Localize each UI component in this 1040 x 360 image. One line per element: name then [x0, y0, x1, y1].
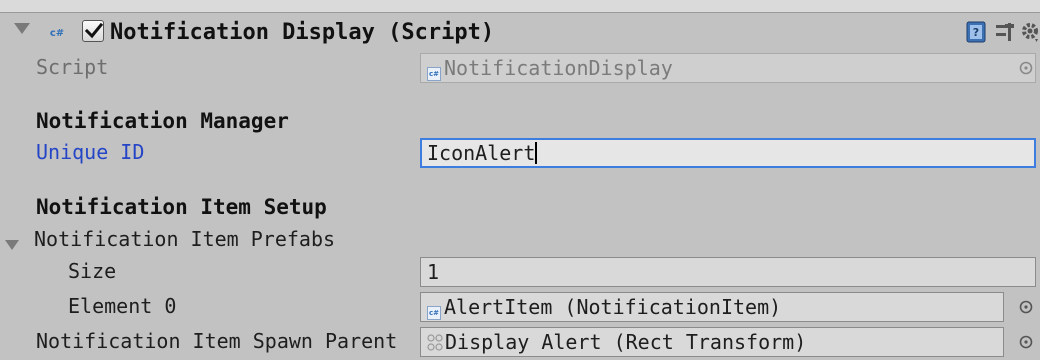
spawn-parent-label: Notification Item Spawn Parent: [36, 329, 398, 353]
section-notification-item-setup: Notification Item Setup: [36, 195, 327, 219]
target-circle-icon[interactable]: [1018, 299, 1034, 315]
component-title: Notification Display (Script): [110, 20, 495, 45]
presets-icon[interactable]: [994, 21, 1016, 47]
foldout-triangle-icon[interactable]: [14, 23, 30, 34]
svg-text:?: ?: [973, 26, 979, 39]
script-field-value: NotificationDisplay: [444, 56, 673, 80]
unique-id-input[interactable]: IconAlert: [420, 138, 1036, 168]
prefabs-foldout-label[interactable]: Notification Item Prefabs: [34, 225, 335, 253]
spawn-parent-value: Display Alert (Rect Transform): [445, 330, 807, 354]
size-input[interactable]: 1: [420, 257, 1036, 287]
spawn-parent-object-field[interactable]: Display Alert (Rect Transform): [420, 327, 1004, 357]
gear-icon[interactable]: [1020, 21, 1040, 47]
target-circle-icon[interactable]: [1018, 334, 1034, 350]
cs-script-icon: c#: [49, 28, 65, 39]
size-label: Size: [68, 259, 117, 283]
element0-value: AlertItem (NotificationItem): [444, 295, 782, 319]
unique-id-value: IconAlert: [427, 141, 536, 165]
rect-transform-icon: [427, 334, 443, 351]
help-book-icon[interactable]: ?: [966, 21, 986, 47]
cs-script-icon: c#: [427, 67, 441, 81]
script-field: c# NotificationDisplay: [420, 53, 1036, 83]
prefabs-foldout-triangle-icon[interactable]: [5, 240, 19, 250]
unique-id-label: Unique ID: [36, 140, 145, 164]
element0-object-field[interactable]: c# AlertItem (NotificationItem): [420, 292, 1004, 322]
text-caret: [535, 142, 538, 164]
inspector-top-strip: [0, 0, 1040, 13]
script-label: Script: [36, 55, 109, 79]
component-header[interactable]: c# Notification Display (Script) ?: [0, 13, 1040, 53]
target-circle-icon[interactable]: [1018, 60, 1034, 76]
element0-label: Element 0: [68, 294, 177, 318]
cs-script-icon: c#: [427, 306, 441, 320]
component-enabled-checkbox[interactable]: [82, 20, 104, 42]
checkmark-icon: [84, 22, 104, 39]
size-value: 1: [427, 260, 440, 284]
section-notification-manager: Notification Manager: [36, 109, 289, 133]
